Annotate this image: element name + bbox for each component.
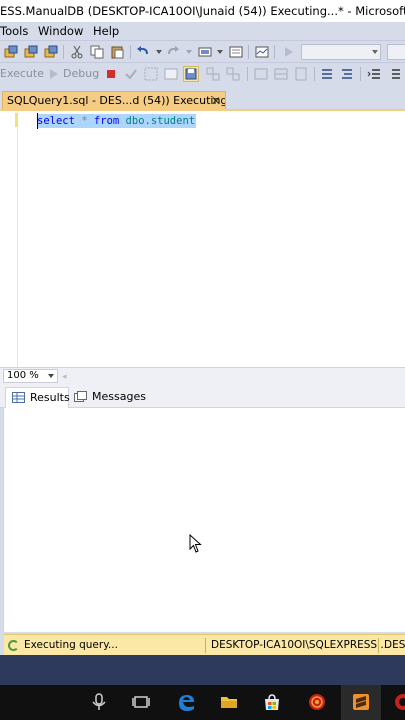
cut-icon[interactable] xyxy=(70,45,84,59)
file-explorer-icon xyxy=(221,697,237,708)
taskbar-store[interactable] xyxy=(252,685,292,720)
execute-button[interactable]: Execute xyxy=(0,63,44,84)
tab-messages-label: Messages xyxy=(92,390,146,403)
cancel-query-icon[interactable] xyxy=(104,67,118,81)
taskbar-edge[interactable] xyxy=(166,685,206,720)
results-to-file-icon[interactable] xyxy=(294,67,308,81)
taskbar-app[interactable] xyxy=(383,685,405,720)
navigate-icon[interactable] xyxy=(198,45,212,59)
window-title: ESS.ManualDB (DESKTOP-ICA10OI\Junaid (54… xyxy=(0,0,405,22)
tab-sqlquery1[interactable]: SQLQuery1.sql - DES...d (54)) Executing.… xyxy=(2,91,226,110)
operator-star: * xyxy=(81,115,88,127)
estimated-plan-icon[interactable] xyxy=(144,67,158,81)
query-options-icon[interactable] xyxy=(164,67,178,81)
platform-dropdown[interactable] xyxy=(387,44,405,60)
query-status-bar: Executing query... DESKTOP-ICA10OI\SQLEX… xyxy=(4,634,405,655)
menu-bar: Tools Window Help xyxy=(0,22,405,40)
messages-icon xyxy=(74,391,87,402)
tab-sqlquery1-label: SQLQuery1.sql - DES...d (54)) Executing.… xyxy=(7,94,226,107)
scroll-left-icon[interactable]: ◂ xyxy=(62,372,67,382)
new-query-icon[interactable] xyxy=(24,45,38,59)
keyword-from: from xyxy=(93,115,120,127)
mouse-pointer-icon xyxy=(189,534,202,553)
query-editor[interactable]: select * from dbo.student xyxy=(0,111,405,367)
code-line-1[interactable]: select * from dbo.student xyxy=(37,114,197,128)
executing-spinner-icon xyxy=(8,640,19,651)
menu-window[interactable]: Window xyxy=(38,22,89,40)
debug-button[interactable]: Debug xyxy=(63,63,99,84)
tab-results-label: Results xyxy=(30,391,70,404)
menu-tools[interactable]: Tools xyxy=(0,22,34,40)
sublime-text-icon xyxy=(353,694,369,710)
taskbar-task-view[interactable] xyxy=(121,685,161,720)
table-identifier: dbo.student xyxy=(125,115,196,127)
chevron-down-icon xyxy=(48,374,54,378)
ssms-window: ESS.ManualDB (DESKTOP-ICA10OI\Junaid (54… xyxy=(0,0,405,720)
status-text: Executing query... xyxy=(24,639,118,651)
zoom-value: 100 % xyxy=(7,370,39,381)
redo-icon[interactable] xyxy=(166,45,180,59)
editor-gutter xyxy=(0,111,18,367)
app-status-strip xyxy=(0,655,405,685)
zoom-dropdown[interactable]: 100 % xyxy=(3,369,58,383)
taskbar-media-app[interactable] xyxy=(297,685,337,720)
task-view-icon xyxy=(132,696,150,708)
copy-icon[interactable] xyxy=(90,45,104,59)
edge-icon xyxy=(179,695,194,711)
debug-icon[interactable] xyxy=(47,67,61,81)
taskbar-file-explorer[interactable] xyxy=(209,685,249,720)
sql-editor-toolbar: Execute Debug xyxy=(0,62,405,84)
save-results-icon[interactable] xyxy=(183,66,199,82)
undo-icon[interactable] xyxy=(136,45,150,59)
database-query-icon[interactable] xyxy=(44,45,58,59)
solution-config-dropdown[interactable] xyxy=(301,44,381,60)
standard-toolbar xyxy=(0,40,405,62)
start-debug-icon[interactable] xyxy=(282,45,296,59)
results-to-text-icon[interactable] xyxy=(254,67,268,81)
open-file-icon[interactable] xyxy=(4,45,18,59)
keyword-select: select xyxy=(37,115,75,127)
activity-monitor-icon[interactable] xyxy=(255,45,269,59)
status-server: DESKTOP-ICA10OI\SQLEXPRESS ... xyxy=(211,639,391,651)
paste-icon[interactable] xyxy=(110,45,124,59)
live-stats-icon[interactable] xyxy=(226,67,240,81)
windows-taskbar xyxy=(0,685,405,720)
results-grid-icon xyxy=(12,392,25,403)
tab-messages[interactable]: Messages xyxy=(72,387,146,408)
increase-indent-icon[interactable] xyxy=(387,67,401,81)
editor-zoom-bar: 100 % ◂ xyxy=(0,367,405,384)
media-app-icon xyxy=(309,694,325,710)
store-icon xyxy=(265,694,279,710)
tab-results[interactable]: Results xyxy=(5,387,70,408)
taskbar-microphone[interactable] xyxy=(79,685,119,720)
results-tab-strip: Results Messages xyxy=(0,384,405,408)
close-tab-icon[interactable]: ✕ xyxy=(211,92,221,110)
microphone-icon xyxy=(92,693,106,710)
comment-lines-icon[interactable] xyxy=(320,67,334,81)
menu-help[interactable]: Help xyxy=(93,22,125,40)
decrease-indent-icon[interactable] xyxy=(367,67,381,81)
include-plan-icon[interactable] xyxy=(206,67,220,81)
uncomment-lines-icon[interactable] xyxy=(340,67,354,81)
taskbar-sublime-text[interactable] xyxy=(341,685,381,720)
document-tab-strip: SQLQuery1.sql - DES...d (54)) Executing.… xyxy=(0,86,405,110)
solution-icon[interactable] xyxy=(229,45,243,59)
parse-check-icon[interactable] xyxy=(124,67,138,81)
results-pane[interactable] xyxy=(3,408,405,632)
results-to-grid-icon[interactable] xyxy=(274,67,288,81)
status-extra: DESK xyxy=(384,639,405,651)
text-caret xyxy=(37,113,38,129)
app-icon xyxy=(395,694,405,710)
